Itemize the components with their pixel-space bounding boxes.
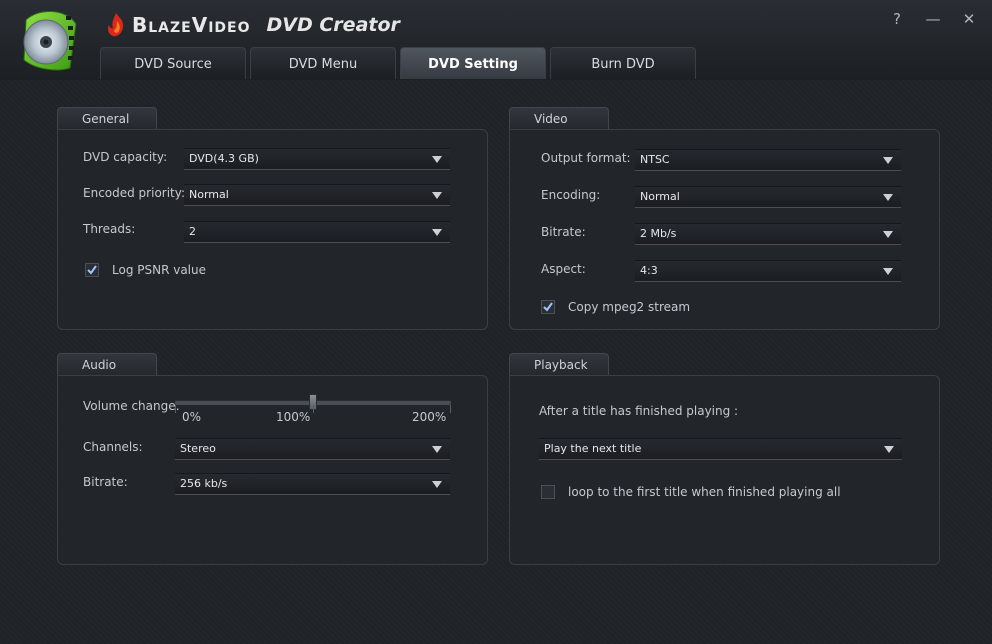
aspect-label: Aspect: bbox=[541, 262, 586, 276]
window-controls: ? — ✕ bbox=[888, 10, 978, 28]
tab-dvd-menu[interactable]: DVD Menu bbox=[250, 47, 396, 79]
playback-group: Playback After a title has finished play… bbox=[509, 353, 940, 565]
log-psnr-label: Log PSNR value bbox=[112, 263, 207, 277]
audio-group-box: Volume change: 0% 100% 200% Channels: St… bbox=[57, 375, 488, 565]
general-group: General DVD capacity: DVD(4.3 GB) Encode… bbox=[57, 107, 488, 331]
slider-tick bbox=[450, 405, 451, 413]
after-title-value: Play the next title bbox=[544, 442, 642, 455]
main-tabs: DVD Source DVD Menu DVD Setting Burn DVD bbox=[100, 47, 696, 79]
dvd-capacity-value: DVD(4.3 GB) bbox=[189, 152, 259, 165]
playback-group-box: After a title has finished playing : Pla… bbox=[509, 375, 940, 565]
brand-name: BlazeVideo bbox=[132, 13, 251, 37]
audio-group: Audio Volume change: 0% 100% 200% Channe… bbox=[57, 353, 488, 565]
audio-bitrate-select[interactable]: 256 kb/s bbox=[175, 473, 450, 495]
video-group: Video Output format: NTSC Encoding: Norm… bbox=[509, 107, 940, 331]
channels-label: Channels: bbox=[83, 440, 143, 454]
dropdown-arrow-icon bbox=[432, 192, 442, 199]
encoded-priority-select[interactable]: Normal bbox=[184, 184, 450, 206]
channels-value: Stereo bbox=[180, 442, 216, 455]
loop-checkbox[interactable] bbox=[541, 485, 555, 499]
dropdown-arrow-icon bbox=[432, 229, 442, 236]
general-group-box: DVD capacity: DVD(4.3 GB) Encoded priori… bbox=[57, 129, 488, 330]
product-name: DVD Creator bbox=[266, 14, 400, 36]
dvd-disc-logo-icon bbox=[18, 6, 80, 72]
output-format-select[interactable]: NTSC bbox=[635, 149, 901, 171]
volume-tick-label-max: 200% bbox=[412, 410, 447, 424]
channels-select[interactable]: Stereo bbox=[175, 438, 450, 460]
tab-dvd-source[interactable]: DVD Source bbox=[100, 47, 246, 79]
volume-tick-label-mid: 100% bbox=[276, 410, 311, 424]
dvd-capacity-label: DVD capacity: bbox=[83, 150, 168, 164]
minimize-button[interactable]: — bbox=[924, 10, 942, 28]
flame-logo-icon bbox=[108, 13, 124, 37]
close-button[interactable]: ✕ bbox=[960, 10, 978, 28]
loop-label: loop to the first title when finished pl… bbox=[568, 485, 841, 499]
threads-label: Threads: bbox=[83, 222, 136, 236]
dropdown-arrow-icon bbox=[432, 156, 442, 163]
after-title-label: After a title has finished playing : bbox=[539, 404, 739, 418]
log-psnr-checkbox[interactable] bbox=[85, 263, 99, 277]
output-format-value: NTSC bbox=[640, 153, 670, 166]
threads-select[interactable]: 2 bbox=[184, 221, 450, 243]
volume-slider[interactable] bbox=[175, 394, 451, 424]
checkmark-icon bbox=[87, 265, 97, 275]
video-group-title: Video bbox=[509, 107, 609, 129]
volume-change-label: Volume change: bbox=[83, 399, 180, 413]
aspect-value: 4:3 bbox=[640, 264, 658, 277]
video-bitrate-select[interactable]: 2 Mb/s bbox=[635, 223, 901, 245]
video-bitrate-label: Bitrate: bbox=[541, 225, 586, 239]
general-group-title: General bbox=[57, 107, 157, 129]
slider-tick bbox=[175, 405, 176, 413]
dropdown-arrow-icon bbox=[432, 446, 442, 453]
encoding-label: Encoding: bbox=[541, 188, 601, 202]
aspect-select[interactable]: 4:3 bbox=[635, 260, 901, 282]
video-group-box: Output format: NTSC Encoding: Normal Bit… bbox=[509, 129, 940, 330]
volume-tick-label-min: 0% bbox=[182, 410, 202, 424]
dropdown-arrow-icon bbox=[884, 446, 894, 453]
copy-mpeg2-checkbox[interactable] bbox=[541, 300, 555, 314]
dropdown-arrow-icon bbox=[883, 268, 893, 275]
dropdown-arrow-icon bbox=[883, 194, 893, 201]
encoding-value: Normal bbox=[640, 190, 680, 203]
tab-dvd-setting[interactable]: DVD Setting bbox=[400, 47, 546, 79]
audio-group-title: Audio bbox=[57, 353, 157, 375]
encoded-priority-label: Encoded priority: bbox=[83, 186, 186, 200]
output-format-label: Output format: bbox=[541, 151, 631, 165]
dropdown-arrow-icon bbox=[883, 231, 893, 238]
after-title-select[interactable]: Play the next title bbox=[539, 438, 902, 460]
encoding-select[interactable]: Normal bbox=[635, 186, 901, 208]
settings-content: General DVD capacity: DVD(4.3 GB) Encode… bbox=[0, 80, 992, 644]
slider-tick bbox=[313, 405, 314, 413]
video-bitrate-value: 2 Mb/s bbox=[640, 227, 677, 240]
audio-bitrate-label: Bitrate: bbox=[83, 475, 128, 489]
brand-area: BlazeVideo DVD Creator bbox=[104, 10, 400, 40]
checkmark-icon bbox=[543, 302, 553, 312]
tab-burn-dvd[interactable]: Burn DVD bbox=[550, 47, 696, 79]
audio-bitrate-value: 256 kb/s bbox=[180, 477, 228, 490]
dvd-capacity-select[interactable]: DVD(4.3 GB) bbox=[184, 148, 450, 170]
playback-group-title: Playback bbox=[509, 353, 609, 375]
threads-value: 2 bbox=[189, 225, 196, 238]
encoded-priority-value: Normal bbox=[189, 188, 229, 201]
help-button[interactable]: ? bbox=[888, 10, 906, 28]
title-bar: BlazeVideo DVD Creator ? — ✕ DVD Source … bbox=[0, 0, 992, 81]
dropdown-arrow-icon bbox=[883, 157, 893, 164]
copy-mpeg2-label: Copy mpeg2 stream bbox=[568, 300, 691, 314]
dropdown-arrow-icon bbox=[432, 481, 442, 488]
